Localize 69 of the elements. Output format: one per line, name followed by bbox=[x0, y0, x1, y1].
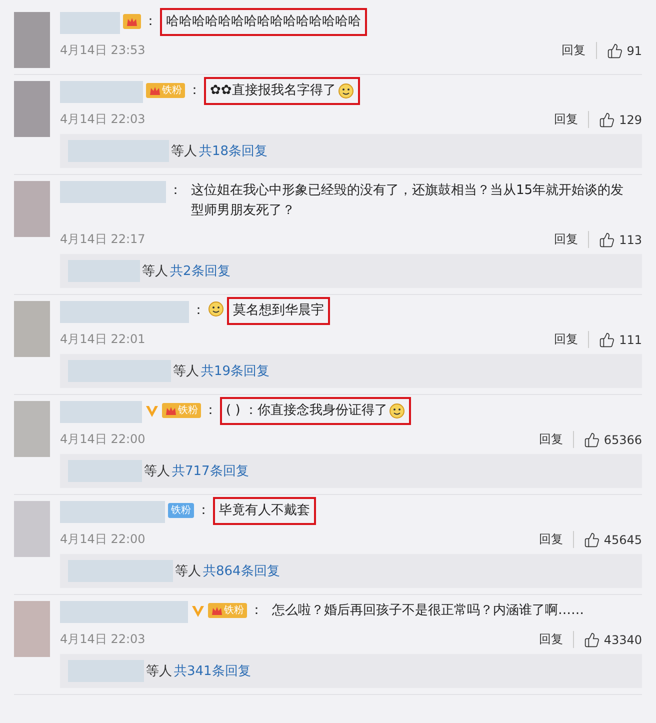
thumbs-up-icon bbox=[599, 332, 616, 348]
comment-text: 哈哈哈哈哈哈哈哈哈哈哈哈哈哈哈 bbox=[166, 13, 361, 31]
verified-v-icon bbox=[191, 604, 205, 618]
timestamp: 4月14日 22:01 bbox=[60, 331, 146, 348]
thumbs-up-icon bbox=[599, 232, 616, 248]
like-button[interactable]: 91 bbox=[606, 42, 642, 58]
verified-v-icon bbox=[145, 404, 159, 418]
colon: ： bbox=[144, 13, 157, 31]
avatar bbox=[14, 301, 50, 357]
thumbs-up-icon bbox=[584, 632, 600, 648]
timestamp: 4月14日 23:53 bbox=[60, 42, 146, 59]
colon: ： bbox=[169, 182, 182, 200]
timestamp: 4月14日 22:00 bbox=[60, 531, 146, 548]
like-button[interactable]: 111 bbox=[599, 332, 642, 348]
colon: ： bbox=[204, 402, 217, 420]
comment-text: 毕竟有人不戴套 bbox=[219, 502, 310, 520]
replies-link[interactable]: 共19条回复 bbox=[201, 362, 270, 380]
others-label: 等人 bbox=[175, 563, 201, 580]
comment-text: 这位姐在我心中形象已经毁的没有了，还旗鼓相当？当从15年就开始谈的发型师男朋友死了？ bbox=[191, 182, 625, 220]
avatar bbox=[14, 181, 50, 237]
comment-text: ( ) ：你直接念我身份证得了 bbox=[226, 402, 388, 420]
avatar bbox=[14, 501, 50, 557]
like-button[interactable]: 113 bbox=[599, 232, 642, 248]
reply-link[interactable]: 回复 bbox=[562, 42, 597, 59]
comment-text: 莫名想到华晨宇 bbox=[233, 302, 324, 320]
replies-link[interactable]: 共341条回复 bbox=[174, 662, 251, 680]
reply-link[interactable]: 回复 bbox=[538, 531, 574, 548]
reply-link[interactable]: 回复 bbox=[554, 111, 590, 128]
colon: ： bbox=[250, 602, 263, 620]
timestamp: 4月14日 22:00 bbox=[60, 431, 146, 448]
avatar bbox=[14, 601, 50, 657]
timestamp: 4月14日 22:17 bbox=[60, 231, 146, 248]
like-button[interactable]: 65366 bbox=[584, 432, 642, 448]
comment-text: ✿✿直接报我名字得了 bbox=[210, 82, 336, 100]
member-badge bbox=[123, 14, 141, 29]
reply-link[interactable]: 回复 bbox=[554, 331, 590, 348]
avatar bbox=[14, 401, 50, 457]
blurred-name bbox=[60, 12, 120, 34]
replies-link[interactable]: 共717条回复 bbox=[172, 462, 249, 480]
others-label: 等人 bbox=[144, 463, 170, 480]
member-badge: 铁粉 bbox=[208, 603, 247, 618]
avatar bbox=[14, 81, 50, 137]
like-button[interactable]: 45645 bbox=[584, 532, 642, 548]
timestamp: 4月14日 22:03 bbox=[60, 111, 146, 128]
member-badge: 铁粉 bbox=[146, 83, 185, 98]
others-label: 等人 bbox=[142, 263, 168, 280]
thumbs-up-icon bbox=[606, 42, 623, 58]
comment-text: 怎么啦？婚后再回孩子不是很正常吗？内涵谁了啊…… bbox=[272, 602, 584, 620]
others-label: 等人 bbox=[146, 663, 172, 680]
reply-link[interactable]: 回复 bbox=[538, 431, 574, 448]
thumbs-up-icon bbox=[584, 532, 600, 548]
reply-link[interactable]: 回复 bbox=[538, 631, 574, 648]
colon: ： bbox=[197, 502, 210, 520]
avatar bbox=[14, 12, 50, 68]
member-badge: 铁粉 bbox=[162, 403, 201, 418]
colon: ： bbox=[192, 302, 205, 320]
fan-badge: 铁粉 bbox=[168, 503, 194, 518]
like-button[interactable]: 43340 bbox=[584, 632, 642, 648]
others-label: 等人 bbox=[173, 363, 199, 380]
like-button[interactable]: 129 bbox=[599, 112, 642, 128]
replies-link[interactable]: 共18条回复 bbox=[199, 142, 268, 160]
timestamp: 4月14日 22:03 bbox=[60, 631, 146, 648]
thumbs-up-icon bbox=[599, 112, 616, 128]
reply-link[interactable]: 回复 bbox=[554, 231, 590, 248]
colon: ： bbox=[188, 82, 201, 100]
replies-link[interactable]: 共2条回复 bbox=[170, 262, 230, 280]
others-label: 等人 bbox=[171, 143, 197, 160]
thumbs-up-icon bbox=[584, 432, 600, 448]
replies-link[interactable]: 共864条回复 bbox=[203, 562, 280, 580]
